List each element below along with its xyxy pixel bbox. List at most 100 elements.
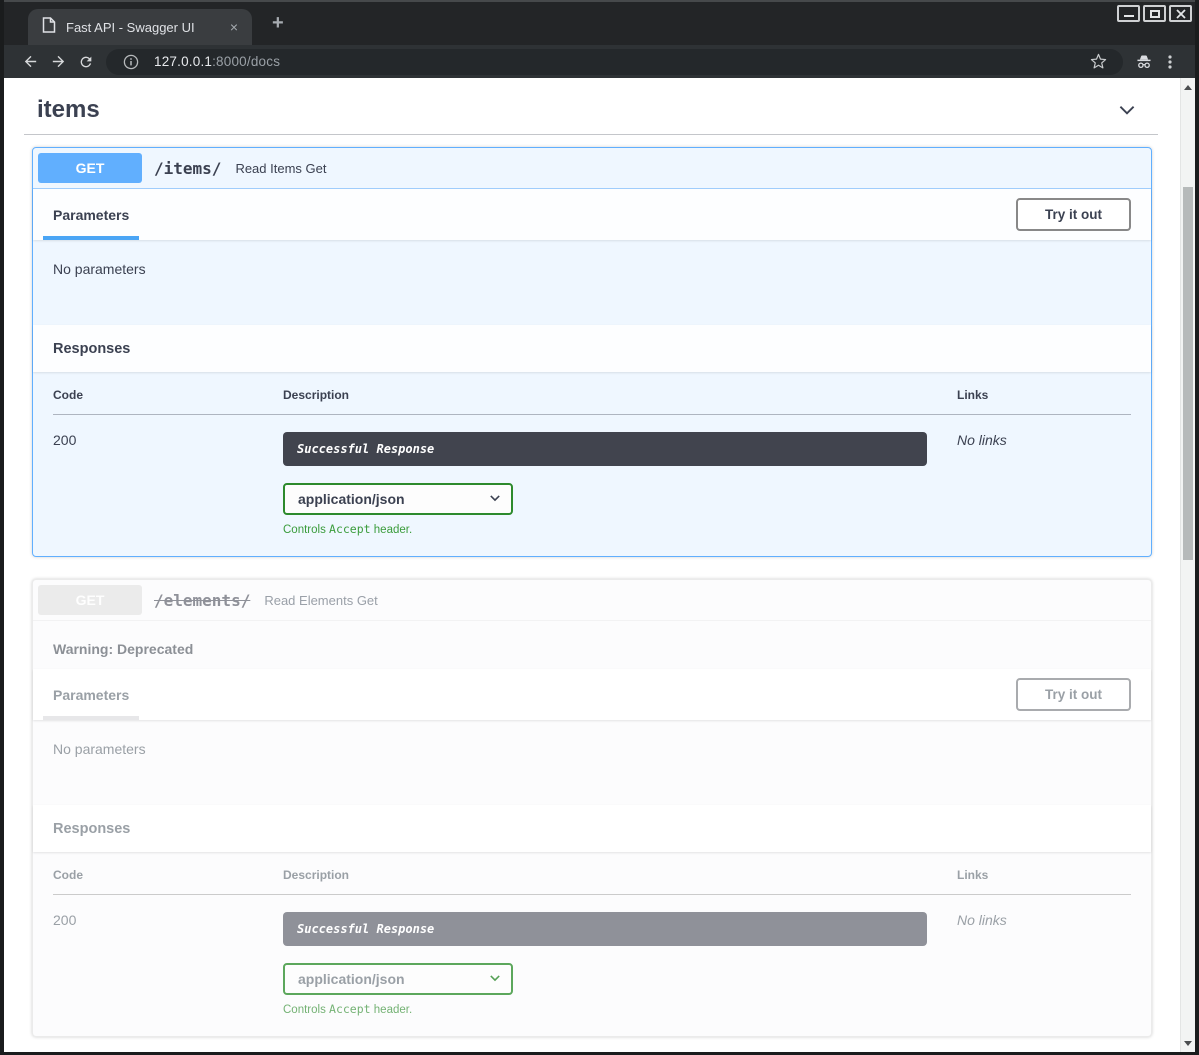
response-description: Successful Response [283, 912, 927, 946]
opblock-summary[interactable]: GET /elements/ Read Elements Get [33, 580, 1151, 621]
info-icon [123, 54, 139, 70]
endpoint-summary: Read Items Get [231, 161, 326, 176]
response-code: 200 [53, 415, 283, 537]
column-header-links: Links [957, 852, 1131, 895]
column-header-code: Code [53, 372, 283, 415]
maximize-icon [1150, 10, 1160, 18]
opblock-get-elements-deprecated: GET /elements/ Read Elements Get Warning… [32, 579, 1152, 1037]
parameters-header: Parameters Try it out [33, 669, 1151, 720]
column-header-description: Description [283, 852, 957, 895]
back-icon [22, 53, 39, 70]
window-controls [1117, 5, 1192, 22]
accept-note-suffix: header. [371, 524, 413, 536]
responses-header: Responses [33, 325, 1151, 372]
swagger-ui: items GET /items/ Read Items Get Paramet… [4, 78, 1180, 1037]
scroll-down-icon [1184, 1041, 1192, 1046]
tag-title: items [37, 96, 100, 124]
tab-close-icon[interactable]: × [226, 18, 242, 36]
method-badge: GET [38, 153, 142, 183]
column-header-links: Links [957, 372, 1131, 415]
tryout-wrap: Try it out [1016, 189, 1131, 240]
try-it-out-button[interactable]: Try it out [1016, 678, 1131, 711]
bookmark-button[interactable] [1085, 49, 1111, 75]
endpoint-path: /elements/ [142, 591, 260, 610]
scroll-down-button[interactable] [1181, 1036, 1195, 1050]
responses-body: Code Description Links 200 Successful Re… [33, 372, 1151, 556]
media-type-select-wrap: application/json [283, 963, 513, 995]
parameters-header: Parameters Try it out [33, 189, 1151, 240]
accept-header-note: Controls Accept header. [283, 1002, 927, 1016]
response-description-cell: Successful Response application/json Con… [283, 895, 957, 1017]
forward-button[interactable] [44, 49, 72, 75]
address-bar[interactable]: 127.0.0.1:8000/docs [106, 49, 1123, 75]
url-text: 127.0.0.1:8000/docs [154, 54, 280, 69]
deprecated-warning: Warning: Deprecated [33, 621, 1151, 669]
chevron-down-icon[interactable] [1116, 99, 1138, 121]
close-button[interactable] [1169, 5, 1192, 22]
tab-title: Fast API - Swagger UI [66, 20, 226, 35]
method-badge: GET [38, 585, 142, 615]
accept-note-prefix: Controls [283, 1004, 329, 1016]
incognito-icon [1131, 49, 1157, 75]
tryout-wrap: Try it out [1016, 669, 1131, 720]
response-description: Successful Response [283, 432, 927, 466]
reload-button[interactable] [72, 49, 100, 75]
tag-section-header-items[interactable]: items [24, 92, 1158, 135]
site-info-button[interactable] [118, 49, 144, 75]
page-content: items GET /items/ Read Items Get Paramet… [4, 78, 1180, 1052]
new-tab-button[interactable]: + [266, 12, 290, 35]
response-links: No links [957, 415, 1131, 537]
back-button[interactable] [16, 49, 44, 75]
accept-note-mono: Accept [329, 522, 371, 536]
star-icon [1090, 53, 1107, 70]
parameters-body: No parameters [33, 240, 1151, 325]
response-description-cell: Successful Response application/json Con… [283, 415, 957, 537]
response-code: 200 [53, 895, 283, 1017]
accept-note-mono: Accept [329, 1002, 371, 1016]
scroll-up-icon [1184, 85, 1192, 90]
responses-header: Responses [33, 805, 1151, 852]
response-row: 200 Successful Response application/json [53, 895, 1131, 1017]
browser-toolbar: 127.0.0.1:8000/docs [4, 45, 1195, 78]
scroll-up-button[interactable] [1181, 80, 1195, 94]
responses-table: Code Description Links 200 Successful Re… [53, 372, 1131, 536]
responses-table: Code Description Links 200 Successful Re… [53, 852, 1131, 1016]
no-parameters-text: No parameters [53, 261, 146, 277]
opblock-get-items: GET /items/ Read Items Get Parameters Tr… [32, 147, 1152, 557]
try-it-out-button[interactable]: Try it out [1016, 198, 1131, 231]
scrollbar-thumb[interactable] [1183, 187, 1193, 560]
reload-icon [78, 54, 94, 70]
kebab-menu-icon [1162, 54, 1178, 70]
tab-parameters[interactable]: Parameters [53, 669, 129, 720]
maximize-button[interactable] [1143, 5, 1166, 22]
forward-icon [50, 53, 67, 70]
browser-window: Fast API - Swagger UI × + 127.0.0.1:8000… [0, 0, 1199, 1055]
minimize-icon [1124, 15, 1134, 17]
endpoint-path: /items/ [142, 159, 231, 178]
media-type-select[interactable]: application/json [283, 483, 513, 515]
column-header-description: Description [283, 372, 957, 415]
url-path: :8000/docs [212, 54, 280, 69]
tab-bar: Fast API - Swagger UI × + [4, 0, 1195, 45]
opblock-summary[interactable]: GET /items/ Read Items Get [33, 148, 1151, 189]
responses-title: Responses [53, 821, 130, 837]
browser-tab[interactable]: Fast API - Swagger UI × [28, 9, 252, 45]
accept-note-prefix: Controls [283, 524, 329, 536]
response-links: No links [957, 895, 1131, 1017]
accept-header-note: Controls Accept header. [283, 522, 927, 536]
response-row: 200 Successful Response application/json [53, 415, 1131, 537]
responses-body: Code Description Links 200 Successful Re… [33, 852, 1151, 1036]
url-host: 127.0.0.1 [154, 54, 212, 69]
column-header-code: Code [53, 852, 283, 895]
browser-menu-button[interactable] [1157, 49, 1183, 75]
vertical-scrollbar[interactable] [1180, 78, 1195, 1052]
responses-title: Responses [53, 341, 130, 357]
media-type-select[interactable]: application/json [283, 963, 513, 995]
media-type-select-wrap: application/json [283, 483, 513, 515]
page-favicon-icon [42, 17, 56, 38]
minimize-button[interactable] [1117, 5, 1140, 22]
tab-parameters[interactable]: Parameters [53, 189, 129, 240]
parameters-body: No parameters [33, 720, 1151, 805]
no-parameters-text: No parameters [53, 741, 146, 757]
accept-note-suffix: header. [371, 1004, 413, 1016]
